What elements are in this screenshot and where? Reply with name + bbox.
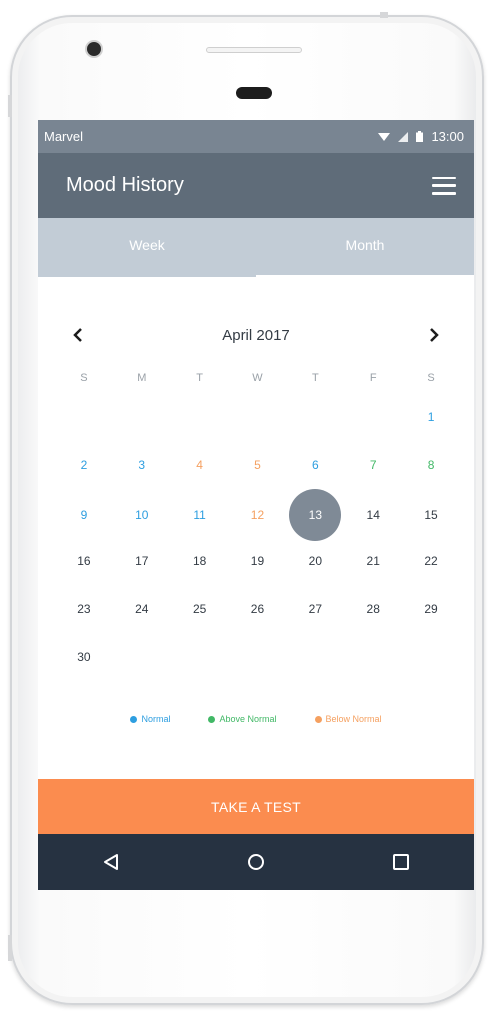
legend-label: Above Normal xyxy=(219,714,277,724)
calendar-week-row: 9 10 11 12 13 14 15 xyxy=(55,489,460,541)
app-bar: Mood History xyxy=(38,153,474,218)
calendar-day[interactable]: 3 xyxy=(118,441,166,489)
calendar-day[interactable]: 10 xyxy=(118,491,166,539)
legend-normal: Normal xyxy=(130,714,170,724)
calendar-day-selected[interactable]: 13 xyxy=(289,489,342,541)
earpiece xyxy=(236,87,272,99)
calendar-day[interactable]: 5 xyxy=(233,441,281,489)
calendar-day[interactable]: 18 xyxy=(176,537,224,585)
chevron-left-icon[interactable] xyxy=(68,325,88,345)
calendar-day[interactable]: 2 xyxy=(60,441,108,489)
top-button xyxy=(380,12,388,18)
calendar-day[interactable]: 9 xyxy=(60,491,108,539)
calendar-day[interactable]: 8 xyxy=(407,441,455,489)
volume-button xyxy=(8,95,12,117)
chevron-right-icon[interactable] xyxy=(424,325,444,345)
home-icon[interactable] xyxy=(236,842,276,882)
calendar-day[interactable]: 20 xyxy=(291,537,339,585)
status-bar: Marvel 13:00 xyxy=(38,120,474,153)
weekday-label: T xyxy=(196,372,203,384)
legend-label: Normal xyxy=(141,714,171,724)
tab-bar: Week Month xyxy=(38,218,474,277)
page-title: Mood History xyxy=(66,174,184,196)
weekday-label: S xyxy=(427,372,435,384)
calendar-day[interactable]: 19 xyxy=(233,537,281,585)
calendar-week-row: 23 24 25 26 27 28 29 xyxy=(55,585,460,633)
calendar-week-row: 16 17 18 19 20 21 22 xyxy=(55,537,460,585)
weekday-label: M xyxy=(137,372,147,384)
calendar-day[interactable]: 7 xyxy=(349,441,397,489)
calendar-week-row: 2345678 xyxy=(55,441,460,489)
power-button xyxy=(8,935,12,961)
calendar-day[interactable]: 15 xyxy=(407,491,455,539)
calendar-day[interactable]: 22 xyxy=(407,537,455,585)
calendar-day[interactable]: 4 xyxy=(176,441,224,489)
calendar-day[interactable]: 16 xyxy=(60,537,108,585)
front-camera xyxy=(87,42,101,56)
calendar-day[interactable]: 17 xyxy=(118,537,166,585)
tab-month[interactable]: Month xyxy=(256,218,474,277)
legend-dot-below xyxy=(314,715,322,723)
weekday-label: W xyxy=(252,372,263,384)
calendar-day[interactable]: 28 xyxy=(349,585,397,633)
active-tab-indicator xyxy=(256,275,474,277)
battery-icon xyxy=(416,131,424,142)
tab-week[interactable]: Week xyxy=(38,218,256,277)
wifi-icon xyxy=(378,132,391,141)
calendar-day[interactable]: 11 xyxy=(176,491,224,539)
mood-legend: Normal Above Normal Below Normal xyxy=(38,714,474,724)
legend-below-normal: Below Normal xyxy=(314,714,382,724)
calendar-day[interactable]: 27 xyxy=(291,585,339,633)
back-icon[interactable] xyxy=(91,842,131,882)
calendar-day[interactable]: 12 xyxy=(233,491,281,539)
calendar-day[interactable]: 24 xyxy=(118,585,166,633)
calendar-day[interactable]: 21 xyxy=(349,537,397,585)
status-icons: 13:00 xyxy=(378,129,464,144)
system-nav-bar xyxy=(38,834,474,890)
weekday-label: F xyxy=(369,372,377,384)
calendar-day[interactable]: 6 xyxy=(291,441,339,489)
recents-icon[interactable] xyxy=(381,842,421,882)
signal-icon xyxy=(398,131,409,142)
calendar-header: April 2017 xyxy=(38,320,474,350)
calendar-day[interactable]: 30 xyxy=(60,633,108,681)
weekday-label: S xyxy=(80,372,88,384)
carrier-label: Marvel xyxy=(44,129,84,144)
hamburger-menu-icon[interactable] xyxy=(432,176,456,195)
weekday-header-row: S M T W T F S xyxy=(55,363,460,393)
calendar-weeks: 1 2 3 4 5 6 7 8 9 10 11 12 13 14 15 16 17 18 19 20 21 22 23 24 2… xyxy=(55,393,460,681)
calendar-day[interactable]: 14 xyxy=(349,491,397,539)
calendar-grid: S M T W T F S 1 2 3 4 5 6 7 8 9 10 11 12 13 14 15 16 17 1… xyxy=(55,363,460,681)
calendar-week-row: 30 xyxy=(55,633,460,681)
weekday-label: T xyxy=(311,372,319,384)
legend-dot-normal xyxy=(130,715,138,723)
legend-above-normal: Above Normal xyxy=(208,714,277,724)
calendar-day[interactable]: 25 xyxy=(176,585,224,633)
calendar-day[interactable]: 1 xyxy=(407,393,455,441)
calendar-week-row: 1 xyxy=(55,393,460,441)
calendar-day[interactable]: 26 xyxy=(233,585,281,633)
status-time: 13:00 xyxy=(431,129,464,144)
calendar-day[interactable]: 23 xyxy=(60,585,108,633)
calendar-day[interactable]: 29 xyxy=(407,585,455,633)
legend-dot-above xyxy=(208,715,216,723)
take-a-test-button[interactable]: TAKE A TEST xyxy=(38,779,474,834)
speaker-grille xyxy=(206,47,302,53)
legend-label: Below Normal xyxy=(325,714,382,724)
month-label: April 2017 xyxy=(222,326,290,344)
phone-screen: Marvel 13:00 Mood History Week Month Apr… xyxy=(38,120,474,890)
